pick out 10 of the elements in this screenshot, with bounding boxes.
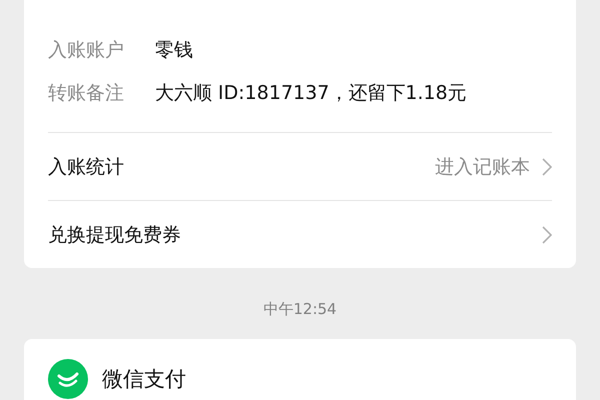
field-label: 入账账户 bbox=[48, 38, 125, 62]
field-value: 零钱 bbox=[155, 38, 193, 62]
menu-item[interactable]: 兑换提现免费券 bbox=[48, 222, 181, 248]
chevron-icon bbox=[542, 158, 552, 176]
field-label: 转账备注 bbox=[48, 80, 125, 106]
menu-item[interactable]: 入账统计 bbox=[48, 154, 124, 180]
field-value: 大六顺 ID:1817137，还留下1.18元 bbox=[155, 80, 467, 106]
chevron-icon bbox=[542, 226, 552, 244]
timestamp: 中午12:54 bbox=[262, 300, 338, 319]
message-title: 微信支付 bbox=[102, 366, 186, 393]
